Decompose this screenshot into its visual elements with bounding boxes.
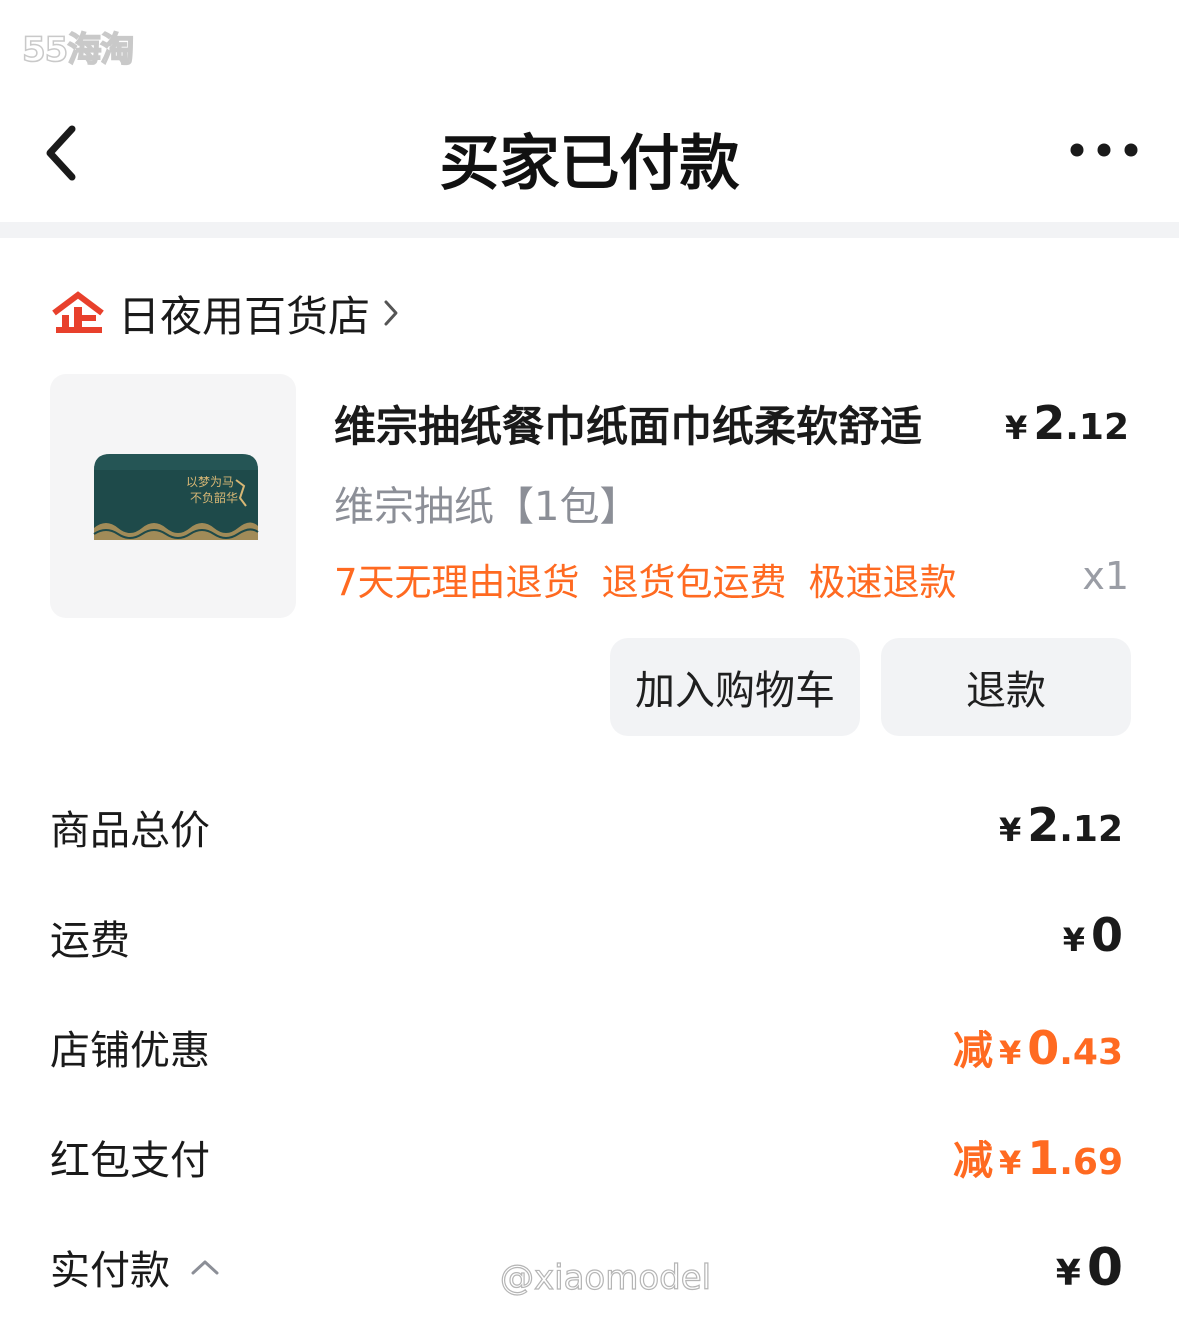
product-quantity: x1 [1082,554,1129,598]
summary-label: 运费 [50,918,130,964]
enterprise-store-icon [52,291,104,333]
currency-symbol: ¥ [1062,921,1085,959]
summary-store-discount: 店铺优惠 减 ¥0.43 [50,1018,1123,1078]
tissue-box-image: 以梦为马 不负韶华 [93,454,259,540]
value-integer: 2 [1027,798,1060,852]
service-tag: 退货包运费 [601,561,787,604]
currency-symbol: ¥ [1004,409,1028,447]
summary-goods-total: 商品总价 ¥2.12 [50,798,1123,858]
summary-label: 商品总价 [50,808,210,854]
summary-label: 店铺优惠 [50,1028,210,1074]
summary-label: 红包支付 [50,1138,210,1184]
price-integer: 2 [1033,396,1066,450]
product-sku: 维宗抽纸【1包】 [334,484,640,530]
watermark-top: 55海淘 [21,29,135,71]
product-image[interactable]: 以梦为马 不负韶华 [50,374,296,618]
price-decimal: .12 [1065,407,1129,448]
refund-button[interactable]: 退款 [881,638,1131,736]
store-name: 日夜用百货店 [118,291,371,341]
product-image-text-1: 以梦为马 [186,475,234,489]
watermark-bottom: @xiaomodel [499,1257,712,1298]
summary-value: 减 ¥1.69 [953,1128,1123,1186]
value-decimal: .12 [1059,809,1123,850]
chevron-up-icon[interactable] [190,1258,220,1276]
product-title[interactable]: 维宗抽纸餐巾纸面巾纸柔软舒适 [334,393,922,454]
value-integer: 0 [1086,1238,1123,1298]
summary-shipping: 运费 ¥0 [50,908,1123,968]
currency-symbol: ¥ [1055,1253,1081,1294]
discount-prefix: 减 [952,1028,993,1074]
service-tag: 极速退款 [808,561,957,604]
value-integer: 0 [1090,908,1123,962]
summary-value: ¥0 [1056,1238,1123,1298]
value-decimal: .43 [1059,1032,1123,1073]
currency-symbol: ¥ [998,1144,1022,1182]
service-tags: 7天无理由退货 退货包运费 极速退款 [334,552,957,606]
chevron-right-icon [384,300,398,326]
product-image-text-2: 不负韶华 [190,490,238,505]
service-tag: 7天无理由退货 [334,561,580,604]
page-title: 买家已付款 [439,129,740,199]
currency-symbol: ¥ [998,1034,1022,1072]
value-integer: 0 [1027,1021,1060,1075]
summary-value: ¥2.12 [999,798,1123,852]
value-decimal: .69 [1059,1142,1123,1183]
summary-label: 实付款 [50,1238,220,1296]
currency-symbol: ¥ [998,811,1022,849]
discount-prefix: 减 [952,1138,993,1184]
more-button[interactable] [1069,137,1139,163]
add-to-cart-button[interactable]: 加入购物车 [610,638,860,736]
summary-red-packet: 红包支付 减 ¥1.69 [50,1128,1123,1188]
paid-label: 实付款 [50,1248,170,1294]
value-integer: 1 [1027,1131,1060,1185]
section-divider [0,222,1179,238]
product-price: ¥2.12 [1005,396,1129,450]
summary-value: 减 ¥0.43 [953,1018,1123,1076]
more-dots-icon [1070,143,1138,157]
store-link[interactable]: 日夜用百货店 [50,286,400,341]
navigation-bar: 买家已付款 [0,85,1179,220]
summary-value: ¥0 [1063,908,1123,962]
